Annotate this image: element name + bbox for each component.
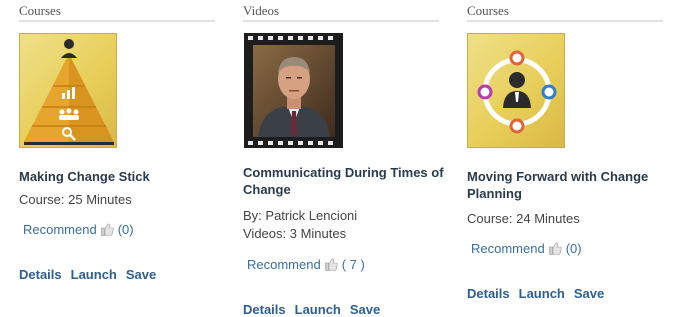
launch-link[interactable]: Launch: [71, 267, 117, 282]
recommend-label: Recommend: [247, 257, 321, 272]
header-divider: [467, 20, 663, 22]
save-link[interactable]: Save: [350, 302, 380, 317]
section-header: Courses: [467, 3, 509, 18]
recommend-count: (0): [117, 222, 134, 237]
section-header: Courses: [19, 3, 61, 18]
leadership-pyramid-icon: [24, 39, 114, 145]
recommend-count: (0): [565, 241, 582, 256]
card-actions: Details Launch Save: [19, 267, 156, 282]
video-title-link[interactable]: Communicating During Times of Change: [243, 164, 453, 198]
recommend-count: ( 7 ): [341, 257, 365, 272]
launch-link[interactable]: Launch: [519, 286, 565, 301]
header-divider: [243, 20, 439, 22]
change-planning-cycle-icon: [477, 50, 557, 134]
video-thumbnail[interactable]: [244, 33, 343, 148]
thumbs-up-icon: [324, 258, 338, 271]
video-presenter-thumbnail: [244, 33, 343, 148]
save-link[interactable]: Save: [126, 267, 156, 282]
recommend-button[interactable]: Recommend (0): [471, 240, 582, 257]
video-duration: Videos: 3 Minutes: [243, 226, 347, 241]
course-thumbnail[interactable]: [19, 33, 117, 148]
thumbs-up-icon: [100, 223, 114, 236]
header-divider: [19, 20, 215, 22]
recommend-button[interactable]: Recommend ( 7 ): [247, 256, 365, 273]
video-author: By: Patrick Lencioni: [243, 208, 358, 223]
course-thumbnail[interactable]: [467, 33, 565, 148]
details-link[interactable]: Details: [19, 267, 62, 282]
course-duration: Course: 25 Minutes: [19, 192, 132, 207]
card-actions: Details Launch Save: [467, 286, 604, 301]
details-link[interactable]: Details: [243, 302, 286, 317]
save-link[interactable]: Save: [574, 286, 604, 301]
recommend-label: Recommend: [23, 222, 97, 237]
thumbs-up-icon: [548, 242, 562, 255]
card-actions: Details Launch Save: [243, 302, 380, 317]
launch-link[interactable]: Launch: [295, 302, 341, 317]
course-title-link[interactable]: Making Change Stick: [19, 168, 224, 185]
course-duration: Course: 24 Minutes: [467, 211, 580, 226]
course-title-link[interactable]: Moving Forward with Change Planning: [467, 168, 672, 202]
details-link[interactable]: Details: [467, 286, 510, 301]
section-header: Videos: [243, 3, 280, 18]
recommend-button[interactable]: Recommend (0): [23, 221, 134, 238]
recommend-label: Recommend: [471, 241, 545, 256]
